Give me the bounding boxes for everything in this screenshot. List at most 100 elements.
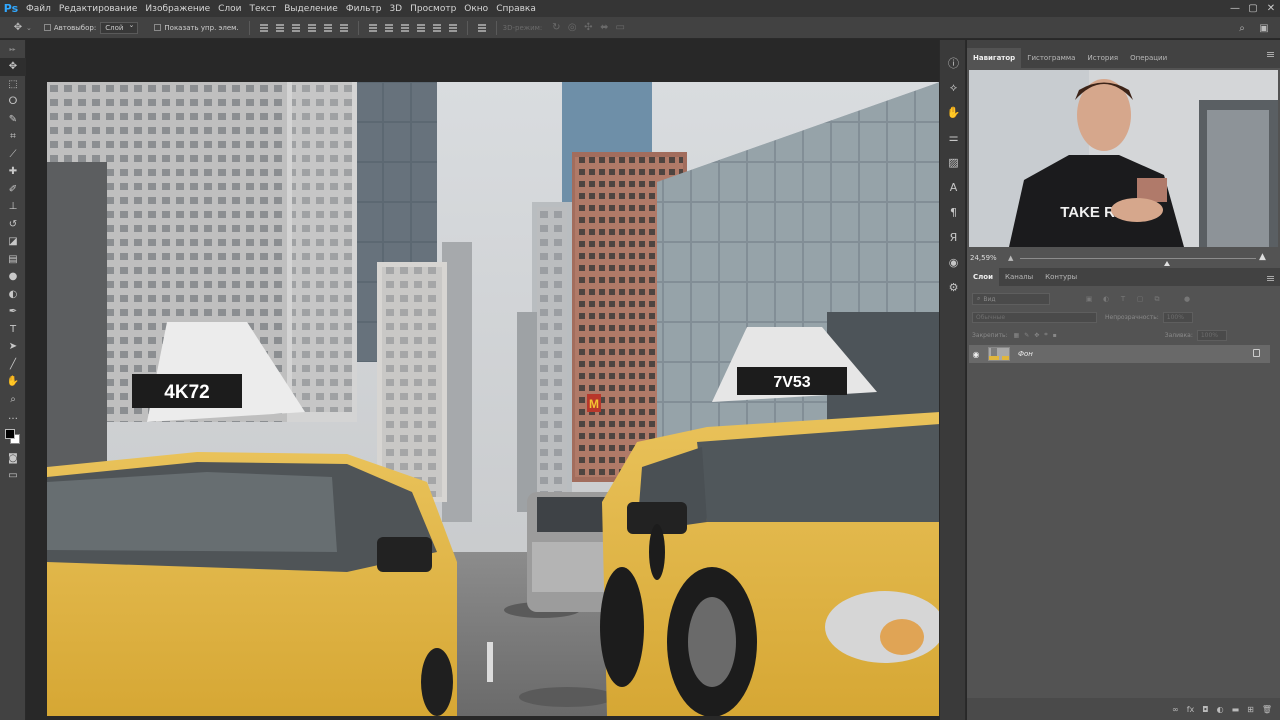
panel-menu-icon[interactable] bbox=[1267, 52, 1274, 53]
layers-panel-menu-icon[interactable] bbox=[1267, 276, 1274, 277]
dodge-tool-icon[interactable]: ◐ bbox=[0, 286, 26, 304]
eyedropper-tool-icon[interactable]: ⟋ bbox=[0, 146, 26, 164]
tab-channels[interactable]: Каналы bbox=[999, 268, 1039, 286]
navigator-preview[interactable]: TAKE RATES bbox=[969, 70, 1278, 247]
foreground-color-swatch[interactable] bbox=[5, 428, 15, 439]
delete-layer-icon[interactable]: 🗑 bbox=[1262, 705, 1272, 714]
lock-pixels-icon[interactable]: ✎ bbox=[1024, 332, 1029, 339]
menu-view[interactable]: Просмотр bbox=[406, 4, 460, 14]
lock-artboard-icon[interactable]: ⌗ bbox=[1044, 331, 1047, 339]
align-top-icon[interactable] bbox=[258, 22, 270, 34]
filter-type-icon[interactable]: T bbox=[1118, 294, 1128, 304]
tab-navigator[interactable]: Навигатор bbox=[967, 48, 1022, 68]
auto-align-icon[interactable] bbox=[476, 22, 488, 34]
gradient-tool-icon[interactable]: ▤ bbox=[0, 251, 26, 269]
distribute-hcenter-icon[interactable] bbox=[431, 22, 443, 34]
history-brush-tool-icon[interactable]: ↺ bbox=[0, 216, 26, 234]
more-tools-icon[interactable]: … bbox=[0, 408, 26, 426]
move-tool-preset-icon[interactable]: ✥ bbox=[10, 20, 26, 36]
3d-roll-icon[interactable]: ◎ bbox=[564, 20, 580, 36]
lock-transparent-icon[interactable]: ▦ bbox=[1014, 332, 1020, 339]
show-transform-checkbox[interactable] bbox=[154, 24, 162, 31]
tab-history[interactable]: История bbox=[1081, 48, 1124, 68]
crop-tool-icon[interactable]: ⌗ bbox=[0, 128, 26, 146]
filter-smart-icon[interactable]: ⧉ bbox=[1152, 294, 1162, 304]
fill-input[interactable]: 100% bbox=[1196, 329, 1227, 341]
3d-orbit-icon[interactable]: ↻ bbox=[548, 20, 564, 36]
add-mask-icon[interactable]: ◘ bbox=[1202, 705, 1208, 714]
healing-tool-icon[interactable]: ✚ bbox=[0, 163, 26, 181]
character-icon[interactable]: A bbox=[940, 175, 967, 200]
align-right-icon[interactable] bbox=[338, 22, 350, 34]
zoom-in-icon[interactable]: ▲ bbox=[1259, 252, 1266, 262]
hand-tool-icon[interactable]: ✋ bbox=[0, 373, 26, 391]
close-button[interactable]: ✕ bbox=[1262, 0, 1280, 17]
new-group-icon[interactable]: ▬ bbox=[1232, 705, 1240, 714]
maximize-button[interactable]: ▢ bbox=[1244, 0, 1262, 17]
path-select-tool-icon[interactable]: ➤ bbox=[0, 338, 26, 356]
distribute-vcenter-icon[interactable] bbox=[383, 22, 395, 34]
3d-scale-icon[interactable]: ▭ bbox=[612, 20, 628, 36]
marquee-tool-icon[interactable]: ⬚ bbox=[0, 76, 26, 94]
menu-window[interactable]: Окно bbox=[460, 4, 492, 14]
camera-icon[interactable]: ◉ bbox=[940, 250, 967, 275]
layer-thumbnail[interactable] bbox=[988, 347, 1010, 361]
menu-select[interactable]: Выделение bbox=[280, 4, 342, 14]
menu-file[interactable]: Файл bbox=[22, 4, 55, 14]
zoom-value[interactable]: 24,59% bbox=[970, 254, 997, 262]
filter-adjust-icon[interactable]: ◐ bbox=[1101, 294, 1111, 304]
layer-row-background[interactable]: ◉ Фон bbox=[969, 345, 1270, 363]
menu-layers[interactable]: Слои bbox=[214, 4, 245, 14]
menu-3d[interactable]: 3D bbox=[385, 4, 406, 14]
type-tool-icon[interactable]: T bbox=[0, 321, 26, 339]
new-layer-icon[interactable]: ⊞ bbox=[1247, 705, 1254, 714]
stamp-tool-icon[interactable]: ⊥ bbox=[0, 198, 26, 216]
screen-mode-icon[interactable]: ▭ bbox=[0, 467, 26, 485]
distribute-right-icon[interactable] bbox=[447, 22, 459, 34]
visibility-eye-icon[interactable]: ◉ bbox=[969, 350, 983, 359]
zoom-slider-thumb[interactable] bbox=[1164, 261, 1170, 266]
quick-select-tool-icon[interactable]: ✎ bbox=[0, 111, 26, 129]
brush-presets-icon[interactable]: ✋ bbox=[940, 100, 967, 125]
menu-image[interactable]: Изображение bbox=[141, 4, 214, 14]
filter-shape-icon[interactable]: ▢ bbox=[1135, 294, 1145, 304]
tab-paths[interactable]: Контуры bbox=[1039, 268, 1083, 286]
glyph-icon[interactable]: Я bbox=[940, 225, 967, 250]
move-tool-icon[interactable]: ✥ bbox=[0, 58, 26, 76]
blur-tool-icon[interactable]: ● bbox=[0, 268, 26, 286]
menu-edit[interactable]: Редактирование bbox=[55, 4, 142, 14]
blend-mode-select[interactable]: Обычные bbox=[972, 311, 1097, 323]
tab-actions[interactable]: Операции bbox=[1124, 48, 1173, 68]
menu-type[interactable]: Текст bbox=[246, 4, 281, 14]
filter-pixel-icon[interactable]: ▣ bbox=[1084, 294, 1094, 304]
align-bottom-icon[interactable] bbox=[290, 22, 302, 34]
brush-tool-icon[interactable]: ✐ bbox=[0, 181, 26, 199]
info-icon[interactable]: ⓘ bbox=[940, 50, 967, 75]
eraser-tool-icon[interactable]: ◪ bbox=[0, 233, 26, 251]
properties-icon[interactable]: ⚙ bbox=[940, 275, 967, 300]
lock-position-icon[interactable]: ✥ bbox=[1034, 332, 1039, 339]
3d-pan-icon[interactable]: ✣ bbox=[580, 20, 596, 36]
tab-histogram[interactable]: Гистограмма bbox=[1021, 48, 1081, 68]
paragraph-icon[interactable]: ¶ bbox=[940, 200, 967, 225]
menu-help[interactable]: Справка bbox=[492, 4, 540, 14]
collapse-toolbar-icon[interactable]: ▸▸ bbox=[0, 40, 25, 58]
minimize-button[interactable]: — bbox=[1226, 0, 1244, 17]
document-canvas[interactable]: M 4K72 7V53 bbox=[47, 82, 940, 716]
distribute-top-icon[interactable] bbox=[367, 22, 379, 34]
distribute-left-icon[interactable] bbox=[415, 22, 427, 34]
3d-slide-icon[interactable]: ⬌ bbox=[596, 20, 612, 36]
layer-name[interactable]: Фон bbox=[1018, 350, 1033, 358]
zoom-tool-icon[interactable]: ⌕ bbox=[0, 391, 26, 409]
auto-select-checkbox[interactable] bbox=[43, 24, 51, 31]
filter-toggle-icon[interactable]: ● bbox=[1182, 294, 1192, 304]
zoom-out-icon[interactable]: ▲ bbox=[1008, 254, 1013, 262]
canvas-area[interactable]: M 4K72 7V53 bbox=[27, 40, 940, 720]
lasso-tool-icon[interactable]: ⵔ bbox=[0, 93, 26, 111]
align-hcenter-icon[interactable] bbox=[322, 22, 334, 34]
adjust-icon[interactable]: ⚌ bbox=[940, 125, 967, 150]
image-icon[interactable]: ▨ bbox=[940, 150, 967, 175]
preset-dropdown-icon[interactable]: ⌄ bbox=[26, 24, 32, 32]
adjustment-layer-icon[interactable]: ◐ bbox=[1217, 705, 1224, 714]
search-icon[interactable]: ⌕ bbox=[1234, 20, 1250, 36]
